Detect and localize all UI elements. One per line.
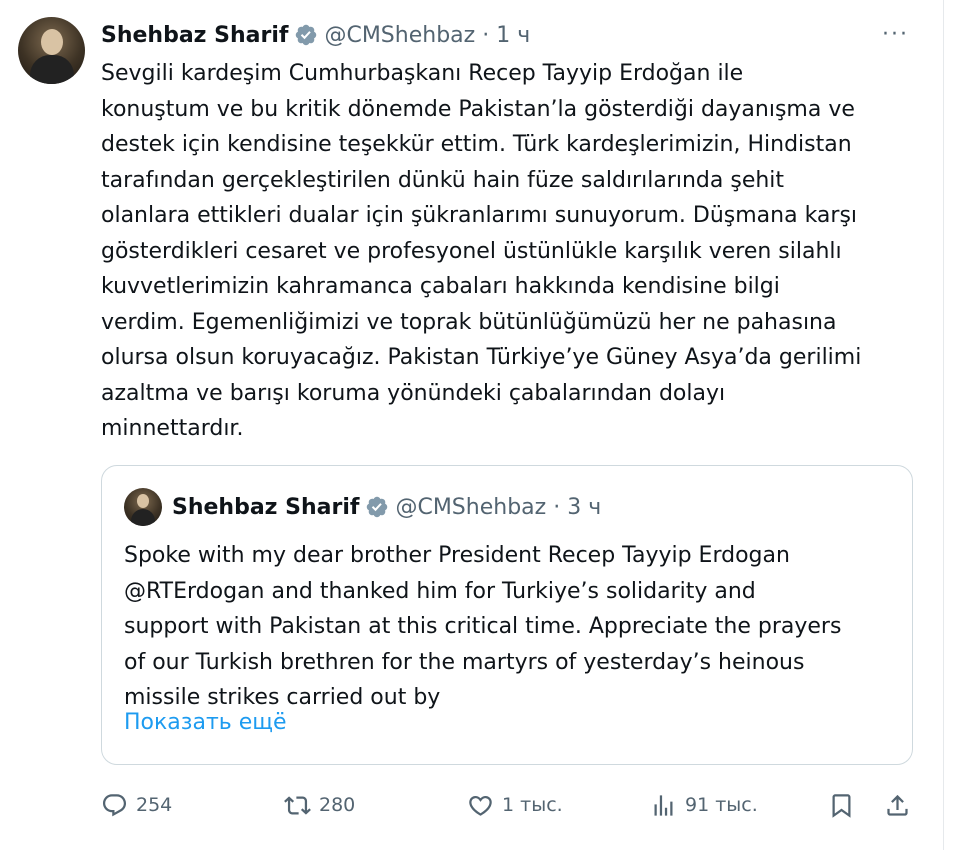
reply-count: 254 [136, 794, 173, 816]
quoted-header-separator: · [553, 494, 561, 520]
quoted-verified-badge-icon [365, 495, 389, 519]
quoted-author-avatar [124, 488, 162, 526]
heart-icon [469, 795, 492, 816]
views-count: 91 тыс. [685, 794, 758, 816]
repost-button[interactable]: 280 [284, 785, 355, 825]
share-button[interactable] [884, 785, 911, 825]
more-options-icon[interactable]: ··· [882, 22, 909, 47]
reply-icon [102, 793, 127, 816]
share-icon [887, 794, 908, 816]
like-button[interactable]: 1 тыс. [467, 785, 563, 825]
like-count: 1 тыс. [502, 794, 563, 816]
author-avatar[interactable] [18, 17, 85, 84]
bookmark-icon [832, 793, 851, 818]
quoted-tweet-header: Shehbaz Sharif @CMShehbaz · 3 ч [172, 490, 601, 524]
quoted-author-name: Shehbaz Sharif [172, 494, 360, 520]
tweet-card: Shehbaz Sharif @CMShehbaz · 1 ч ··· Sevg… [0, 0, 944, 850]
show-more-link[interactable]: Показать ещё [124, 710, 287, 735]
author-handle[interactable]: @CMShehbaz [324, 23, 475, 48]
reply-button[interactable]: 254 [101, 785, 172, 825]
views-button[interactable]: 91 тыс. [650, 785, 758, 825]
quoted-tweet-timestamp: 3 ч [567, 494, 602, 520]
tweet-header: Shehbaz Sharif @CMShehbaz · 1 ч ··· [101, 18, 923, 52]
repost-count: 280 [319, 794, 356, 816]
tweet-text: Sevgili kardeşim Cumhurbaşkanı Recep Tay… [101, 61, 862, 441]
quoted-tweet-text: Spoke with my dear brother President Rec… [124, 543, 842, 710]
repost-icon [284, 795, 311, 815]
author-name[interactable]: Shehbaz Sharif [101, 23, 288, 48]
tweet-timestamp[interactable]: 1 ч [496, 23, 530, 48]
views-chart-icon [654, 794, 673, 816]
quoted-author-handle: @CMShehbaz [395, 494, 547, 520]
header-separator: · [482, 22, 490, 48]
bookmark-button[interactable] [828, 785, 855, 825]
quoted-tweet[interactable]: Shehbaz Sharif @CMShehbaz · 3 ч Spoke wi… [101, 465, 913, 765]
verified-badge-icon [294, 23, 318, 47]
tweet-actions-bar: 254 280 1 тыс. 91 тыс. [101, 785, 921, 825]
